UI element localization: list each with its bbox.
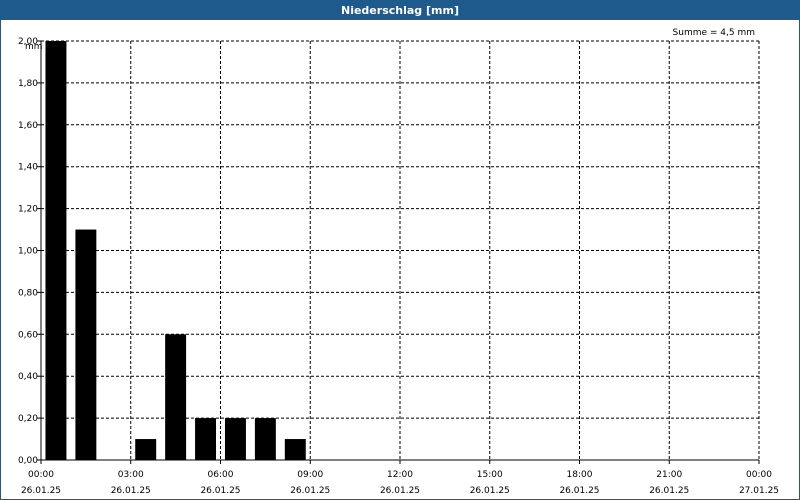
x-tick-time-label: 21:00 [656, 470, 682, 480]
x-tick-date-label: 26.01.25 [21, 486, 61, 496]
x-tick-date-label: 26.01.25 [290, 486, 330, 496]
x-tick-time-label: 00:00 [746, 470, 772, 480]
bar [75, 229, 97, 460]
y-tick-label: 1,00 [18, 247, 38, 257]
chart-window: Niederschlag [mm] 0,00 0,20 0,40 0,60 0,80 1,… [0, 0, 800, 500]
y-tick-label: 0,80 [18, 288, 38, 298]
bar [135, 439, 157, 460]
precipitation-chart: 0,00 0,20 0,40 0,60 0,80 1,00 1,20 1,40 1,60 1,80… [18, 28, 779, 496]
y-tick-label: 1,60 [18, 121, 38, 131]
x-tick-time-label: 15:00 [477, 470, 503, 480]
y-tick-label: 1,40 [18, 163, 38, 173]
y-tick-label: 0,60 [18, 330, 38, 340]
bar [284, 439, 306, 460]
y-tick-label: 0,20 [18, 414, 38, 424]
x-tick-date-label: 27.01.25 [739, 486, 779, 496]
x-tick-date-label: 26.01.25 [649, 486, 689, 496]
bar [195, 418, 217, 460]
x-tick-time-label: 03:00 [118, 470, 144, 480]
x-tick-time-label: 18:00 [567, 470, 593, 480]
y-axis-unit-label: mm [25, 42, 43, 52]
bar [45, 41, 67, 460]
x-tick-date-label: 26.01.25 [380, 486, 420, 496]
labels: 0,00 0,20 0,40 0,60 0,80 1,00 1,20 1,40 1,60 1,80… [18, 37, 779, 496]
x-tick-date-label: 26.01.25 [559, 486, 599, 496]
x-tick-time-label: 06:00 [208, 470, 234, 480]
x-tick-date-label: 26.01.25 [111, 486, 151, 496]
sum-label: Summe = 4,5 mm [673, 28, 755, 38]
axes [37, 40, 760, 464]
x-tick-date-label: 26.01.25 [200, 486, 240, 496]
y-tick-label: 1,80 [18, 79, 38, 89]
y-tick-label: 1,20 [18, 205, 38, 215]
x-tick-time-label: 00:00 [28, 470, 54, 480]
x-tick-time-label: 12:00 [387, 470, 413, 480]
x-tick-time-label: 09:00 [297, 470, 323, 480]
grid [41, 40, 760, 460]
bar [165, 334, 187, 460]
y-tick-label: 0,00 [18, 456, 38, 466]
y-tick-label: 0,40 [18, 372, 38, 382]
x-tick-date-label: 26.01.25 [470, 486, 510, 496]
bar [254, 418, 276, 460]
bar [224, 418, 246, 460]
